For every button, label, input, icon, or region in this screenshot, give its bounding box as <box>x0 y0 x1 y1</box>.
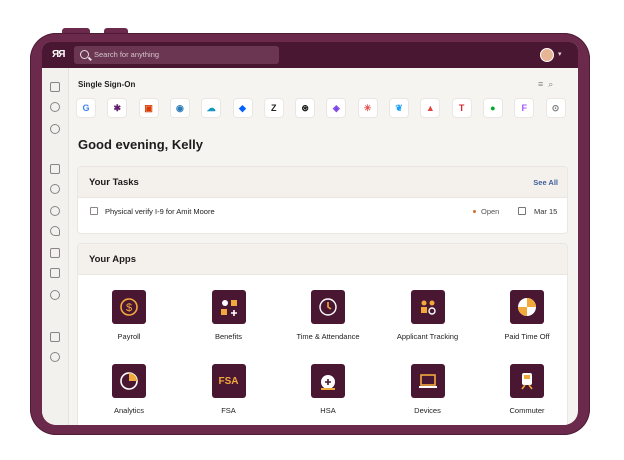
notion-icon[interactable]: ◈ <box>327 99 346 117</box>
app-label: Benefits <box>214 332 243 341</box>
greeting: Good evening, Kelly <box>78 137 203 152</box>
tasks-card: Your Tasks See All Physical verify I-9 f… <box>78 167 567 233</box>
clock-icon <box>311 290 345 324</box>
svg-text:$: $ <box>126 302 132 314</box>
figma-icon[interactable]: F <box>515 99 534 117</box>
twitter-icon[interactable]: ❦ <box>390 99 408 117</box>
app-tile-analytics[interactable]: Analytics <box>84 364 174 424</box>
payroll-icon: $ <box>112 290 146 324</box>
sso-app-row: G ✱ ▣ ◉ ☁ ◆ Z ⊛ ◈ ✳ ❦ ▲ T ● F ⊙ <box>77 99 567 117</box>
search-icon[interactable]: ⌕ <box>548 79 553 89</box>
app-tile-payroll[interactable]: $ Payroll <box>84 290 174 350</box>
asterisk-icon[interactable]: ✳ <box>358 99 377 117</box>
app-label: Commuter <box>509 406 545 415</box>
logo-icon[interactable]: ЯЯ <box>52 49 68 61</box>
add-person-icon[interactable] <box>50 102 60 112</box>
tasks-title: Your Tasks <box>89 177 139 188</box>
help-icon[interactable] <box>50 352 60 362</box>
app-tile-benefits[interactable]: Benefits <box>184 290 274 350</box>
analytics-icon <box>112 364 146 398</box>
triangle-icon[interactable]: ▲ <box>421 99 440 117</box>
app-label: Applicant Tracking <box>396 332 459 341</box>
medium-icon[interactable]: ⊛ <box>296 99 315 117</box>
apps-card: Your Apps $ Payroll Benefits Time & Attenda… <box>78 244 567 425</box>
office-icon[interactable]: ▣ <box>139 99 158 117</box>
remove-person-icon[interactable] <box>50 124 60 134</box>
table-icon[interactable] <box>50 268 60 278</box>
app-label: Paid Time Off <box>504 332 550 341</box>
people-icon[interactable] <box>50 184 60 194</box>
app-tile-time-attendance[interactable]: Time & Attendance <box>283 290 373 350</box>
applicants-icon <box>410 290 445 324</box>
salesforce-icon[interactable]: ☁ <box>202 99 221 117</box>
more-apps-icon[interactable]: ⊙ <box>546 99 565 117</box>
building-icon[interactable] <box>50 164 60 174</box>
task-checkbox[interactable] <box>90 207 98 215</box>
app-label: Devices <box>414 406 441 415</box>
laptop-icon[interactable] <box>50 248 60 258</box>
apps-header: Your Apps <box>78 244 567 275</box>
app-label: Analytics <box>113 406 144 415</box>
search-input[interactable]: Search for anything <box>74 46 279 64</box>
heart-icon[interactable] <box>50 226 60 236</box>
app-tile-fsa[interactable]: FSA FSA <box>184 364 274 424</box>
webex-icon[interactable]: ◉ <box>170 99 189 117</box>
sidebar <box>42 68 69 425</box>
search-placeholder: Search for anything <box>94 50 160 59</box>
fsa-text: FSA <box>218 375 239 387</box>
search-icon <box>80 50 89 59</box>
calendar-icon <box>518 207 526 215</box>
app-tile-applicant-tracking[interactable]: Applicant Tracking <box>383 290 473 350</box>
sso-tools: ≡ ⌕ <box>538 79 553 90</box>
task-due-date: Mar 15 <box>534 207 558 216</box>
benefits-icon <box>211 290 246 324</box>
top-bar: ЯЯ Search for anything ▾ <box>42 42 578 68</box>
google-icon[interactable]: G <box>77 99 95 117</box>
task-status: Open <box>481 207 500 216</box>
sso-title: Single Sign-On <box>78 80 136 89</box>
filter-icon[interactable]: ≡ <box>538 79 543 89</box>
app-label: HSA <box>320 406 336 415</box>
app-tile-commuter[interactable]: Commuter <box>482 364 572 424</box>
home-icon[interactable] <box>50 82 60 92</box>
apps-grid-icon[interactable] <box>50 332 60 342</box>
laptop-icon <box>410 364 445 398</box>
slack-icon[interactable]: ✱ <box>108 99 127 117</box>
app-tile-devices[interactable]: Devices <box>383 364 473 424</box>
hsa-icon <box>311 364 345 398</box>
avatar[interactable] <box>540 48 554 62</box>
target-icon[interactable] <box>50 290 60 300</box>
tasks-header: Your Tasks See All <box>78 167 567 198</box>
status-dot <box>473 210 476 213</box>
app-tile-hsa[interactable]: HSA <box>283 364 373 424</box>
app-screen: ЯЯ Search for anything ▾ Single Sign-On … <box>42 42 578 425</box>
main-content: Single Sign-On ≡ ⌕ G ✱ ▣ ◉ ☁ ◆ Z ⊛ ◈ ✳ ❦ ▲ T ● F ⊙ Good… <box>69 68 578 425</box>
app-label: Payroll <box>117 332 141 341</box>
zendesk-icon[interactable]: Z <box>264 99 283 117</box>
task-text: Physical verify I-9 for Amit Moore <box>105 207 215 216</box>
app-label: FSA <box>221 406 236 415</box>
app-tile-paid-time-off[interactable]: Paid Time Off <box>482 290 572 350</box>
evernote-icon[interactable]: ● <box>483 99 502 117</box>
see-all-link[interactable]: See All <box>533 178 558 187</box>
apps-title: Your Apps <box>89 254 136 265</box>
fsa-icon: FSA <box>211 364 246 398</box>
dollar-icon[interactable] <box>50 206 60 216</box>
app-label: Time & Attendance <box>296 332 360 341</box>
beach-ball-icon <box>510 290 544 324</box>
train-icon <box>510 364 544 398</box>
chevron-down-icon[interactable]: ▾ <box>558 50 562 58</box>
task-item[interactable]: Physical verify I-9 for Amit Moore Open … <box>90 205 560 219</box>
target-icon[interactable]: T <box>452 99 471 117</box>
dropbox-icon[interactable]: ◆ <box>233 99 252 117</box>
